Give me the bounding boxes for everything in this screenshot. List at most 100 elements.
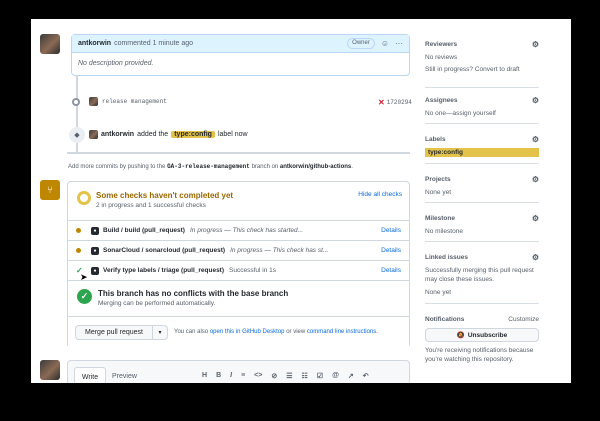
comment-body: No description provided.	[78, 60, 154, 67]
command-line-link[interactable]: command line instructions	[307, 329, 376, 335]
owner-badge: Owner	[347, 38, 375, 49]
linked-issues-title[interactable]: Linked issues	[425, 254, 468, 261]
bell-slash-icon: 🔕	[456, 332, 465, 339]
label-actor-avatar[interactable]	[89, 130, 98, 139]
labels-title[interactable]: Labels	[425, 136, 446, 143]
comment-editor: Write Preview H B I ≡ <> ⊘ ☰ ☷ ☑ @ ↗ ↶	[67, 360, 410, 383]
commit-dot-icon	[72, 98, 80, 106]
github-icon: ●	[91, 226, 99, 235]
x-icon[interactable]: ✕	[378, 98, 385, 107]
author-avatar[interactable]	[40, 34, 60, 54]
editor-avatar	[40, 360, 60, 380]
gear-icon[interactable]: ⚙	[532, 214, 539, 223]
convert-to-draft-text[interactable]: Still in progress? Convert to draft	[425, 65, 539, 74]
reviewers-title[interactable]: Reviewers	[425, 41, 457, 48]
check-name: SonarCloud / sonarcloud (pull_request)	[103, 247, 226, 254]
conflict-subtitle: Merging can be performed automatically.	[98, 300, 216, 307]
label-event-post: label now	[217, 131, 248, 138]
milestone-title[interactable]: Milestone	[425, 215, 455, 222]
commit-hash[interactable]: 1720294	[387, 99, 412, 106]
linked-issues-none: None yet	[425, 289, 452, 296]
check-details-link[interactable]: Details	[381, 247, 401, 254]
label-actor[interactable]: antkorwin	[101, 131, 134, 138]
push-note-end: .	[351, 164, 353, 170]
check-name: Verify type labels / triage (pull_reques…	[103, 267, 225, 274]
merge-pull-request-button[interactable]: Merge pull request	[75, 325, 152, 340]
push-repo: antkorwin/github-actions	[279, 164, 352, 170]
check-details-link[interactable]: Details	[381, 267, 401, 274]
assignees-title[interactable]: Assignees	[425, 97, 458, 104]
projects-title[interactable]: Projects	[425, 176, 451, 183]
comment-author[interactable]: antkorwin	[78, 40, 111, 47]
code-icon[interactable]: <>	[254, 372, 262, 380]
sidebar-labels: Labels ⚙ type:config	[425, 135, 539, 164]
pending-dot-icon	[76, 248, 81, 253]
push-branch: GA-3-release-management	[167, 163, 250, 170]
bulleted-list-icon[interactable]: ☰	[286, 372, 292, 380]
gear-icon[interactable]: ⚙	[532, 96, 539, 105]
check-row: ● Build / build (pull_request) In progre…	[68, 220, 409, 240]
commit-message[interactable]: release management	[102, 98, 167, 105]
check-status: In progress — This check has started...	[189, 227, 304, 234]
git-pull-request-icon: ⑂	[40, 180, 60, 200]
label-event-pre: added the	[137, 131, 169, 138]
notifications-reason: You're receiving notifications because y…	[425, 347, 534, 363]
github-icon: ●	[91, 266, 99, 275]
quote-icon[interactable]: ≡	[241, 372, 245, 380]
merge-dropdown-icon[interactable]: ▾	[152, 325, 168, 340]
check-status: In progress — This check has st...	[230, 247, 329, 254]
projects-none: None yet	[425, 189, 452, 196]
merge-note-mid: or view	[286, 329, 306, 335]
smiley-icon[interactable]: ☺	[381, 39, 389, 48]
success-check-icon: ✓	[77, 289, 92, 304]
tag-icon: ◆	[69, 127, 85, 143]
github-icon: ●	[91, 246, 99, 255]
numbered-list-icon[interactable]: ☷	[302, 372, 308, 380]
gear-icon[interactable]: ⚙	[532, 253, 539, 262]
label-badge[interactable]: type:config	[171, 131, 215, 138]
github-desktop-link[interactable]: open this in GitHub Desktop	[210, 329, 285, 335]
gear-icon[interactable]: ⚙	[532, 135, 539, 144]
reference-icon[interactable]: ↗	[348, 372, 354, 380]
link-icon[interactable]: ⊘	[271, 372, 277, 380]
commit-row: release management	[89, 97, 167, 106]
pull-request-page: antkorwin commented 1 minute ago Owner ☺…	[31, 19, 571, 383]
check-name: Build / build (pull_request)	[103, 227, 185, 234]
commit-avatar[interactable]	[89, 97, 98, 106]
editor-toolbar: H B I ≡ <> ⊘ ☰ ☷ ☑ @ ↗ ↶	[202, 372, 369, 380]
mention-icon[interactable]: @	[332, 372, 339, 380]
label-event: antkorwin added the type:config label no…	[89, 130, 248, 139]
conflict-section: ✓ This branch has no conflicts with the …	[68, 280, 409, 316]
sidebar-linked-issues: Linked issues ⚙ Successfully merging this…	[425, 253, 539, 304]
check-details-link[interactable]: Details	[381, 227, 401, 234]
sidebar-label-badge[interactable]: type:config	[425, 148, 539, 157]
assignees-none[interactable]: No one—assign yourself	[425, 109, 539, 118]
checks-header: Some checks haven't completed yet 2 in p…	[68, 182, 409, 220]
heading-icon[interactable]: H	[202, 372, 207, 380]
bold-icon[interactable]: B	[216, 372, 221, 380]
kebab-icon[interactable]: ···	[395, 39, 403, 48]
merge-section: Merge pull request ▾ You can also open t…	[68, 316, 409, 348]
check-row: ✓ ● Verify type labels / triage (pull_re…	[68, 260, 409, 280]
italic-icon[interactable]: I	[230, 372, 232, 380]
unsubscribe-button[interactable]: 🔕 Unsubscribe	[425, 328, 539, 342]
tab-write[interactable]: Write	[74, 367, 106, 383]
sidebar-reviewers: Reviewers ⚙ No reviews Still in progress?…	[425, 40, 539, 88]
gear-icon[interactable]: ⚙	[532, 175, 539, 184]
merge-note-pre: You can also	[174, 329, 209, 335]
sidebar-milestone: Milestone ⚙ No milestone	[425, 214, 539, 242]
checks-box: Some checks haven't completed yet 2 in p…	[67, 181, 410, 348]
hide-all-checks-link[interactable]: Hide all checks	[358, 191, 402, 198]
comment-meta[interactable]: commented 1 minute ago	[114, 40, 193, 47]
task-list-icon[interactable]: ☑	[317, 372, 323, 380]
gear-icon[interactable]: ⚙	[532, 40, 539, 49]
undo-icon[interactable]: ↶	[363, 372, 369, 380]
pending-ring-icon	[77, 191, 91, 205]
unsubscribe-label: Unsubscribe	[467, 331, 508, 339]
customize-link[interactable]: Customize	[508, 316, 539, 323]
tab-preview[interactable]: Preview	[112, 373, 137, 380]
merge-note-end: .	[376, 329, 378, 335]
sidebar-assignees: Assignees ⚙ No one—assign yourself	[425, 96, 539, 124]
reviewers-none: No reviews	[425, 54, 458, 61]
push-note-pre: Add more commits by pushing to the	[68, 164, 166, 170]
